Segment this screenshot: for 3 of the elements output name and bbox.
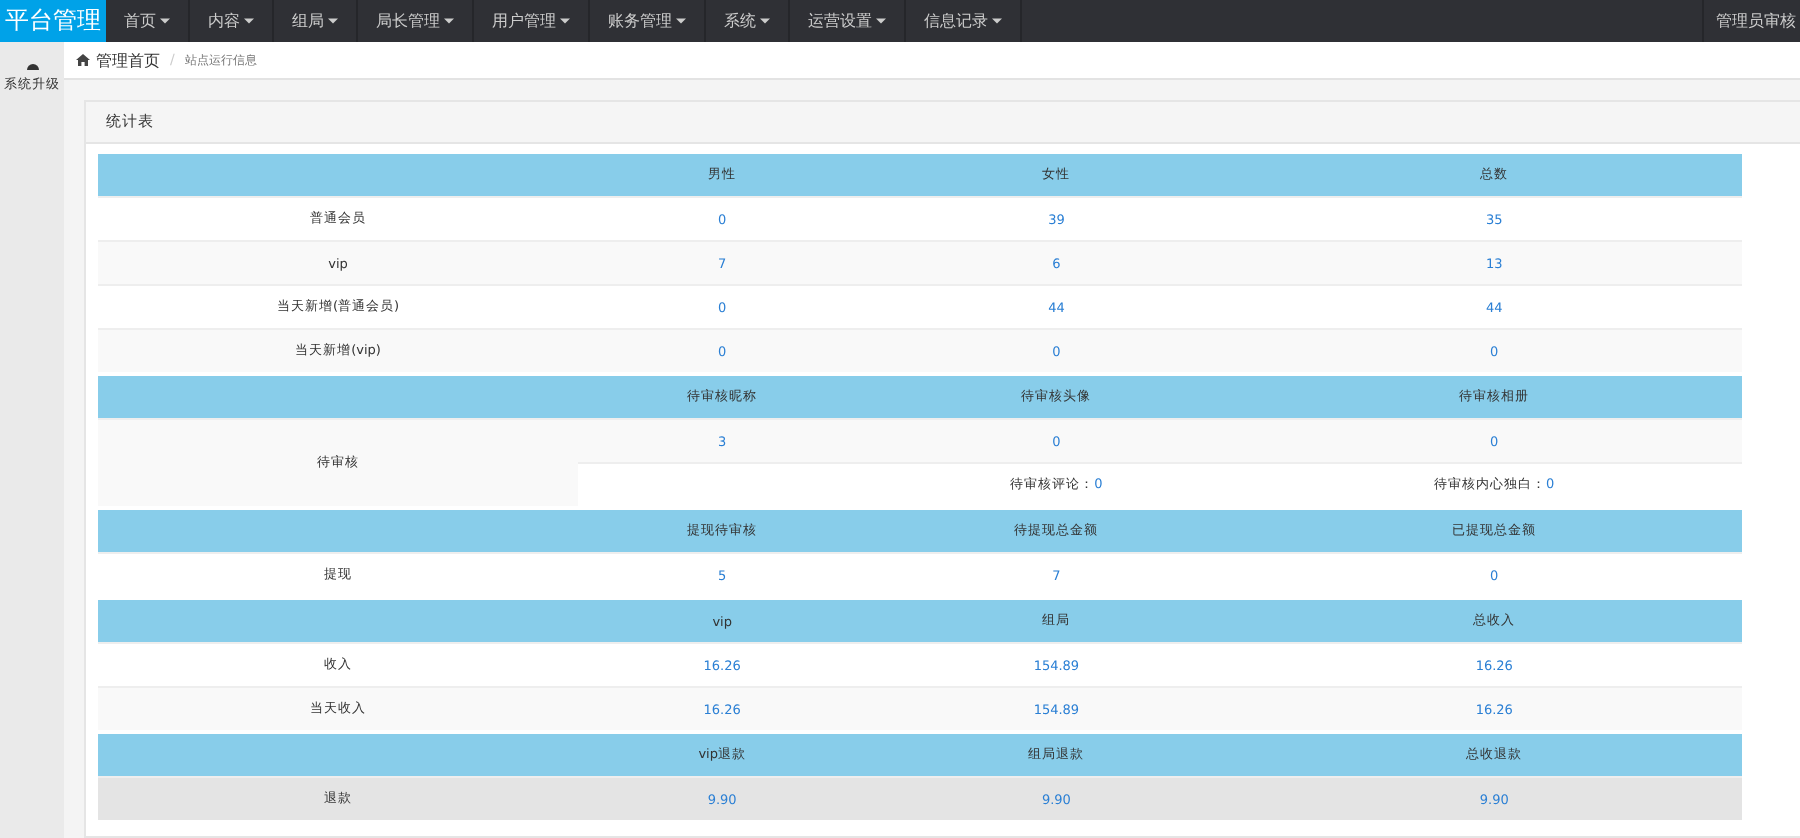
breadcrumb-home-link[interactable]: 管理首页: [76, 49, 160, 71]
logo: 平台管理: [0, 0, 106, 42]
home-icon: [76, 54, 90, 66]
